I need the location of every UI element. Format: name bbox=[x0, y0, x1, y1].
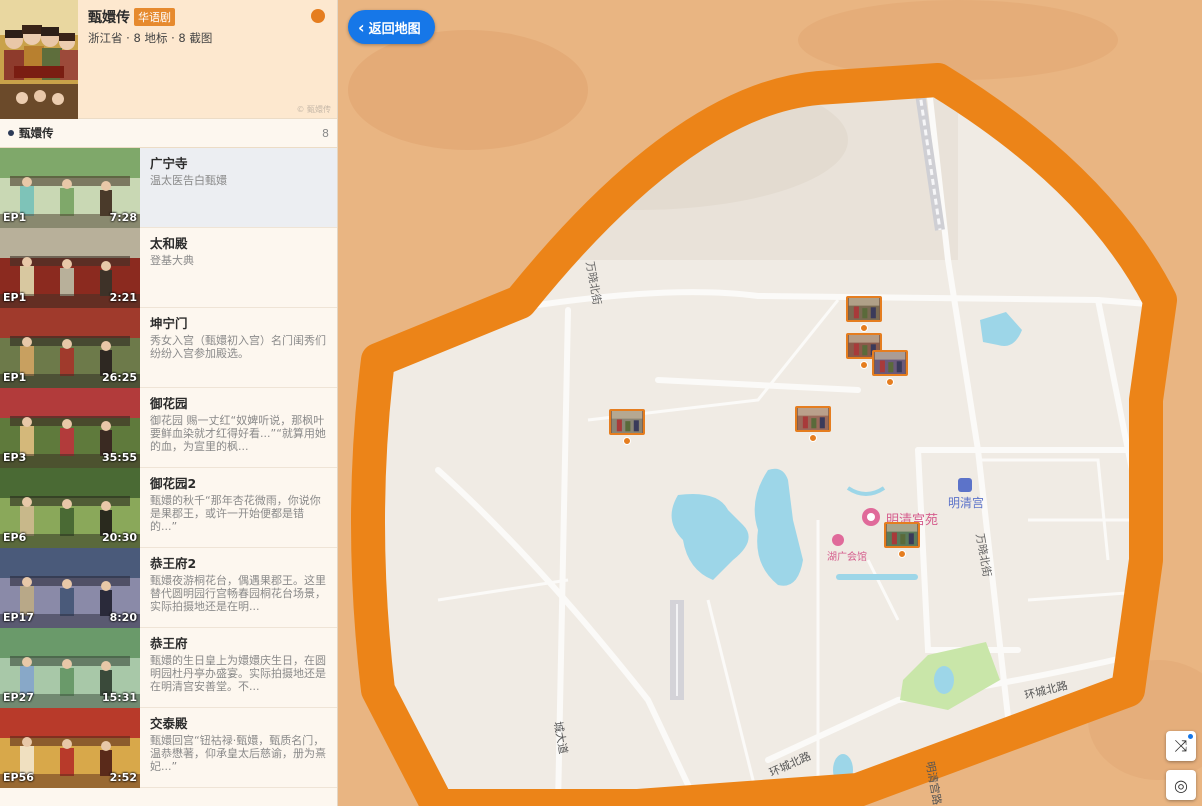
location-description: 甄嬛的秋千“那年杏花微雨，你说你是果郡王，或许一开始便都是错的...” bbox=[150, 494, 321, 533]
episode-thumbnail[interactable]: EP56 2:52 bbox=[0, 708, 140, 788]
location-info: 恭王府2 甄嬛夜游桐花台，偶遇果郡王。这里替代圆明园行宫畅春园桐花台场景，实际拍… bbox=[140, 548, 337, 627]
location-title: 恭王府 bbox=[150, 636, 188, 651]
group-name: 甄嬛传 bbox=[19, 126, 54, 140]
episode-badge: EP27 bbox=[3, 691, 34, 704]
back-to-map-button[interactable]: ‹ 返回地图 bbox=[348, 10, 435, 44]
location-marker[interactable] bbox=[872, 350, 908, 376]
marker-pin[interactable] bbox=[860, 324, 868, 332]
location-title: 太和殿 bbox=[150, 236, 188, 251]
shuffle-button[interactable]: ⤨ bbox=[1166, 731, 1196, 761]
duration-badge: 8:20 bbox=[109, 611, 137, 624]
episode-badge: EP56 bbox=[3, 771, 34, 784]
location-marker[interactable] bbox=[884, 522, 920, 548]
location-title: 恭王府2 bbox=[150, 556, 197, 571]
status-dot[interactable] bbox=[311, 9, 325, 23]
marker-pin[interactable] bbox=[860, 361, 868, 369]
location-description: 温太医告白甄嬛 bbox=[150, 174, 227, 187]
shuffle-icon: ⤨ bbox=[1174, 736, 1188, 755]
marker-pin[interactable] bbox=[898, 550, 906, 558]
location-description: 甄嬛的生日皇上为嬛嬛庆生日，在圆明园杜丹亭办盛宴。实际拍摄地还是在明清宫安善堂。… bbox=[150, 654, 326, 693]
genre-badge: 华语剧 bbox=[134, 8, 175, 26]
episode-badge: EP17 bbox=[3, 611, 34, 624]
location-info: 御花园 御花园 赐一丈红“奴婢听说，那枫叶要鲜血染就才红得好看...”“就算用她… bbox=[140, 388, 337, 467]
location-title: 坤宁门 bbox=[150, 316, 188, 331]
duration-badge: 2:21 bbox=[109, 291, 137, 304]
location-title: 御花园2 bbox=[150, 476, 197, 491]
show-title: 甄嬛传 bbox=[88, 10, 130, 26]
location-description: 秀女入宫（甄嬛初入宫）名门闺秀们纷纷入宫参加殿选。 bbox=[150, 334, 326, 360]
location-item[interactable]: EP3 35:55 御花园 御花园 赐一丈红“奴婢听说，那枫叶要鲜血染就才红得好… bbox=[0, 388, 337, 468]
location-info: 恭王府 甄嬛的生日皇上为嬛嬛庆生日，在圆明园杜丹亭办盛宴。实际拍摄地还是在明清宫… bbox=[140, 628, 337, 707]
map-view[interactable]: 万晓北街 万晓北街 环城北路 环城北路 明清宫路 城大道 明清宫 明清宫苑 湖广… bbox=[338, 0, 1202, 806]
episode-thumbnail[interactable]: EP3 35:55 bbox=[0, 388, 140, 468]
location-item[interactable]: EP17 8:20 恭王府2 甄嬛夜游桐花台，偶遇果郡王。这里替代圆明园行宫畅春… bbox=[0, 548, 337, 628]
group-count: 8 bbox=[322, 126, 329, 140]
location-info: 御花园2 甄嬛的秋千“那年杏花微雨，你说你是果郡王，或许一开始便都是错的...” bbox=[140, 468, 337, 547]
location-marker[interactable] bbox=[795, 406, 831, 432]
location-title: 交泰殿 bbox=[150, 716, 188, 731]
duration-badge: 20:30 bbox=[101, 531, 137, 544]
location-info: 坤宁门 秀女入宫（甄嬛初入宫）名门闺秀们纷纷入宫参加殿选。 bbox=[140, 308, 337, 387]
location-item[interactable]: EP1 2:21 太和殿 登基大典 bbox=[0, 228, 337, 308]
copyright-text: © 甄嬛传 bbox=[296, 105, 331, 114]
duration-badge: 15:31 bbox=[101, 691, 137, 704]
marker-thumbnail bbox=[797, 408, 829, 430]
sidebar: 甄嬛传 华语剧 浙江省 · 8 地标 · 8 截图 © 甄嬛传 甄嬛传 8 EP… bbox=[0, 0, 338, 806]
episode-badge: EP1 bbox=[3, 211, 27, 224]
locate-icon: ◎ bbox=[1174, 775, 1188, 795]
location-item[interactable]: EP6 20:30 御花园2 甄嬛的秋千“那年杏花微雨，你说你是果郡王，或许一开… bbox=[0, 468, 337, 548]
location-marker[interactable] bbox=[609, 409, 645, 435]
notification-dot bbox=[1188, 734, 1193, 739]
location-marker[interactable] bbox=[846, 296, 882, 322]
episode-group-header[interactable]: 甄嬛传 8 bbox=[0, 119, 337, 148]
show-meta: 浙江省 · 8 地标 · 8 截图 bbox=[88, 31, 213, 45]
location-title: 御花园 bbox=[150, 396, 188, 411]
map-canvas bbox=[338, 0, 1202, 806]
episode-thumbnail[interactable]: EP17 8:20 bbox=[0, 548, 140, 628]
marker-thumbnail bbox=[874, 352, 906, 374]
location-item[interactable]: EP27 15:31 恭王府 甄嬛的生日皇上为嬛嬛庆生日，在圆明园杜丹亭办盛宴。… bbox=[0, 628, 337, 708]
marker-pin[interactable] bbox=[886, 378, 894, 386]
duration-badge: 26:25 bbox=[101, 371, 137, 384]
back-button-label: 返回地图 bbox=[368, 21, 421, 37]
show-poster[interactable] bbox=[0, 0, 78, 119]
location-info: 广宁寺 温太医告白甄嬛 bbox=[140, 148, 337, 227]
marker-pin[interactable] bbox=[623, 437, 631, 445]
poster-image bbox=[0, 0, 78, 119]
location-description: 甄嬛回宫“钮祜禄·甄嬛，甄质名门，温恭懋著，仰承皇太后慈谕，册为熹妃...” bbox=[150, 734, 326, 773]
location-item[interactable]: EP1 26:25 坤宁门 秀女入宫（甄嬛初入宫）名门闺秀们纷纷入宫参加殿选。 bbox=[0, 308, 337, 388]
metro-icon bbox=[958, 478, 972, 492]
marker-thumbnail bbox=[611, 411, 643, 433]
chevron-left-icon: ‹ bbox=[358, 17, 365, 37]
bullet-icon bbox=[8, 130, 14, 136]
episode-thumbnail[interactable]: EP1 26:25 bbox=[0, 308, 140, 388]
metro-station-label[interactable]: 明清宫 bbox=[948, 494, 984, 511]
location-info: 太和殿 登基大典 bbox=[140, 228, 337, 307]
marker-pin[interactable] bbox=[809, 434, 817, 442]
episode-thumbnail[interactable]: EP1 2:21 bbox=[0, 228, 140, 308]
episode-badge: EP1 bbox=[3, 291, 27, 304]
location-title: 广宁寺 bbox=[150, 156, 188, 171]
marker-thumbnail bbox=[848, 298, 880, 320]
episode-badge: EP6 bbox=[3, 531, 27, 544]
location-item[interactable]: EP56 2:52 交泰殿 甄嬛回宫“钮祜禄·甄嬛，甄质名门，温恭懋著，仰承皇太… bbox=[0, 708, 337, 788]
marker-thumbnail bbox=[886, 524, 918, 546]
duration-badge: 2:52 bbox=[109, 771, 137, 784]
episode-badge: EP3 bbox=[3, 451, 27, 464]
episode-thumbnail[interactable]: EP6 20:30 bbox=[0, 468, 140, 548]
locate-button[interactable]: ◎ bbox=[1166, 770, 1196, 800]
location-description: 御花园 赐一丈红“奴婢听说，那枫叶要鲜血染就才红得好看...”“就算用她的血，为… bbox=[150, 414, 326, 453]
location-description: 登基大典 bbox=[150, 254, 194, 267]
location-info: 交泰殿 甄嬛回宫“钮祜禄·甄嬛，甄质名门，温恭懋著，仰承皇太后慈谕，册为熹妃..… bbox=[140, 708, 337, 787]
duration-badge: 7:28 bbox=[109, 211, 137, 224]
episode-thumbnail[interactable]: EP1 7:28 bbox=[0, 148, 140, 228]
show-header: 甄嬛传 华语剧 浙江省 · 8 地标 · 8 截图 © 甄嬛传 bbox=[0, 0, 337, 119]
location-description: 甄嬛夜游桐花台，偶遇果郡王。这里替代圆明园行宫畅春园桐花台场景，实际拍摄地还是在… bbox=[150, 574, 326, 613]
poi-label-huguang-hall[interactable]: 湖广会馆 bbox=[827, 548, 867, 563]
episode-badge: EP1 bbox=[3, 371, 27, 384]
location-list: EP1 7:28 广宁寺 温太医告白甄嬛 EP1 2:21 太和殿 登基大典 E… bbox=[0, 148, 337, 788]
location-item[interactable]: EP1 7:28 广宁寺 温太医告白甄嬛 bbox=[0, 148, 337, 228]
episode-thumbnail[interactable]: EP27 15:31 bbox=[0, 628, 140, 708]
duration-badge: 35:55 bbox=[101, 451, 137, 464]
